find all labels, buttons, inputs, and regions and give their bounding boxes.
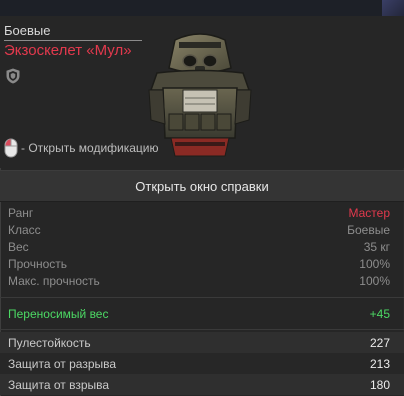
- protection-value: 213: [369, 357, 390, 371]
- stat-value: Мастер: [348, 206, 390, 220]
- protection-list: Пулестойкость 227 Защита от разрыва 213 …: [0, 332, 404, 395]
- top-strip-accent: [382, 0, 404, 16]
- protection-row-bullet: Пулестойкость 227: [0, 332, 404, 353]
- bonus-label: Переносимый вес: [8, 307, 109, 321]
- stat-value: 100%: [359, 274, 390, 288]
- stat-row-durability: Прочность 100%: [0, 255, 404, 272]
- mouse-icon: [4, 138, 18, 158]
- stat-row-max-durability: Макс. прочность 100%: [0, 272, 404, 289]
- stats-list: Ранг Мастер Класс Боевые Вес 35 кг Прочн…: [0, 204, 404, 289]
- section-divider: [0, 329, 404, 330]
- top-strip: [0, 0, 404, 16]
- title-underline: [4, 40, 142, 41]
- protection-value: 227: [369, 336, 390, 350]
- stat-row-rank: Ранг Мастер: [0, 204, 404, 221]
- stat-row-weight: Вес 35 кг: [0, 238, 404, 255]
- stat-label: Вес: [8, 240, 29, 254]
- bonus-value: +45: [369, 307, 390, 321]
- open-modification-label: - Открыть модификацию: [21, 141, 159, 155]
- item-name: Экзоскелет «Мул»: [4, 42, 132, 59]
- stat-label: Прочность: [8, 257, 68, 271]
- protection-label: Защита от разрыва: [8, 357, 117, 371]
- open-modification-hint: - Открыть модификацию: [4, 138, 159, 158]
- exoskeleton-image: [148, 33, 252, 157]
- stat-value: 100%: [359, 257, 390, 271]
- stat-label: Класс: [8, 223, 41, 237]
- stat-row-class: Класс Боевые: [0, 221, 404, 238]
- shield-icon: [6, 68, 20, 84]
- tooltip-header: Боевые Экзоскелет «Мул» - Открыть модифи…: [0, 16, 404, 168]
- stat-value: 35 кг: [363, 240, 390, 254]
- protection-row-rupture: Защита от разрыва 213: [0, 353, 404, 374]
- open-help-button[interactable]: Открыть окно справки: [0, 170, 404, 202]
- protection-label: Защита от взрыва: [8, 378, 110, 392]
- stat-value: Боевые: [347, 223, 390, 237]
- protection-value: 180: [369, 378, 390, 392]
- stat-label: Макс. прочность: [8, 274, 100, 288]
- stat-label: Ранг: [8, 206, 34, 220]
- section-divider: [0, 297, 404, 298]
- protection-row-explosion: Защита от взрыва 180: [0, 374, 404, 395]
- bonus-row-carry-weight: Переносимый вес +45: [0, 302, 404, 326]
- item-category: Боевые: [4, 23, 51, 38]
- protection-label: Пулестойкость: [8, 336, 91, 350]
